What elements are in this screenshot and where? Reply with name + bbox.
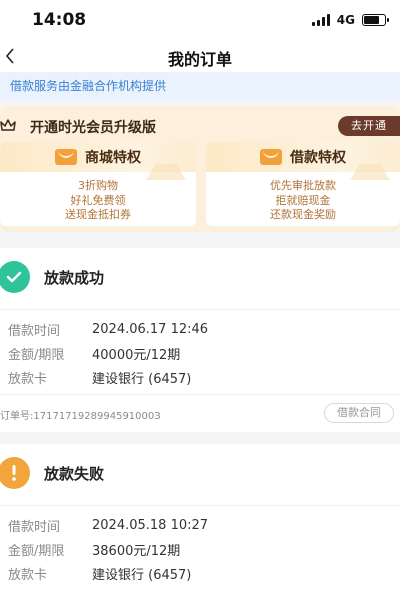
info-label: 放款卡 [8,567,48,583]
status-time: 14:08 [32,10,87,30]
order-card[interactable]: 放款失败 借款时间 2024.05.18 10:27 金额/期限 38600元/… [0,444,400,589]
card-header: 商城特权 [0,142,196,180]
card-header: 借款特权 [206,142,400,180]
card-title: 商城特权 [85,150,141,166]
status-bar: 14:08 4G [0,0,400,40]
activate-vip-button[interactable]: 去开通 [338,116,400,136]
info-row: 借款时间 2024.05.18 10:27 [0,513,400,537]
info-value: 2024.05.18 10:27 [92,517,209,533]
loan-contract-button[interactable]: 借款合同 [324,403,394,423]
order-info: 借款时间 2024.06.17 12:46 金额/期限 40000元/12期 放… [0,310,400,389]
info-row: 金额/期限 38600元/12期 [0,537,400,561]
benefit-line: 还款现金奖励 [270,208,336,221]
vip-banner[interactable]: 开通时光会员升级版 去开通 商城特权 3折购物 好礼免费领 送现金抵扣券 借款特… [0,106,400,232]
info-value: 38600元/12期 [92,543,181,559]
info-row: 借款时间 2024.06.17 12:46 [0,317,400,341]
crown-icon [0,119,16,131]
info-row: 金额/期限 40000元/12期 [0,341,400,365]
vip-title: 开通时光会员升级版 [30,120,156,136]
order-number: 订单号:1717171928994591000З [0,411,161,422]
network-type: 4G [336,13,355,27]
info-value: 建设银行 (6457) [92,567,192,583]
benefit-line: 优先审批放款 [270,179,336,192]
signal-icon [311,14,330,26]
benefit-line: 3折购物 [78,179,118,192]
order-info: 借款时间 2024.05.18 10:27 金额/期限 38600元/12期 放… [0,506,400,585]
benefit-line: 拒就赔现金 [275,193,331,207]
info-row: 放款卡 建设银行 (6457) [0,561,400,585]
battery-icon [362,14,389,26]
info-label: 金额/期限 [8,347,65,363]
status-icons: 4G [311,13,389,27]
mall-privilege-card[interactable]: 商城特权 3折购物 好礼免费领 送现金抵扣券 [0,142,196,226]
info-label: 借款时间 [8,519,61,535]
info-label: 放款卡 [8,371,48,387]
order-card[interactable]: 放款成功 借款时间 2024.06.17 12:46 金额/期限 40000元/… [0,248,400,432]
info-label: 借款时间 [8,323,61,339]
info-value: 建设银行 (6457) [92,371,192,387]
info-value: 2024.06.17 12:46 [92,321,209,337]
order-status-row: 放款成功 [0,248,400,310]
order-status: 放款失败 [44,465,105,483]
benefit-line: 好礼免费领 [70,193,126,207]
benefit-line: 送现金抵扣券 [65,208,131,221]
order-footer: 订单号:1717171928994591000З 借款合同 [0,394,400,432]
check-icon [0,261,30,293]
order-status-row: 放款失败 [0,444,400,506]
envelope-icon [260,149,282,165]
info-row: 放款卡 建设银行 (6457) [0,365,400,389]
envelope-icon [55,149,77,165]
page-title: 我的订单 [167,50,232,69]
card-title: 借款特权 [290,150,346,166]
loan-privilege-card[interactable]: 借款特权 优先审批放款 拒就赔现金 还款现金奖励 [206,142,400,226]
nav-bar: 我的订单 [0,40,400,72]
notice-bar: 借款服务由金融合作机构提供 [0,72,400,100]
exclamation-icon [0,457,30,489]
info-label: 金额/期限 [8,543,65,559]
order-status: 放款成功 [44,269,105,287]
info-value: 40000元/12期 [92,347,181,363]
